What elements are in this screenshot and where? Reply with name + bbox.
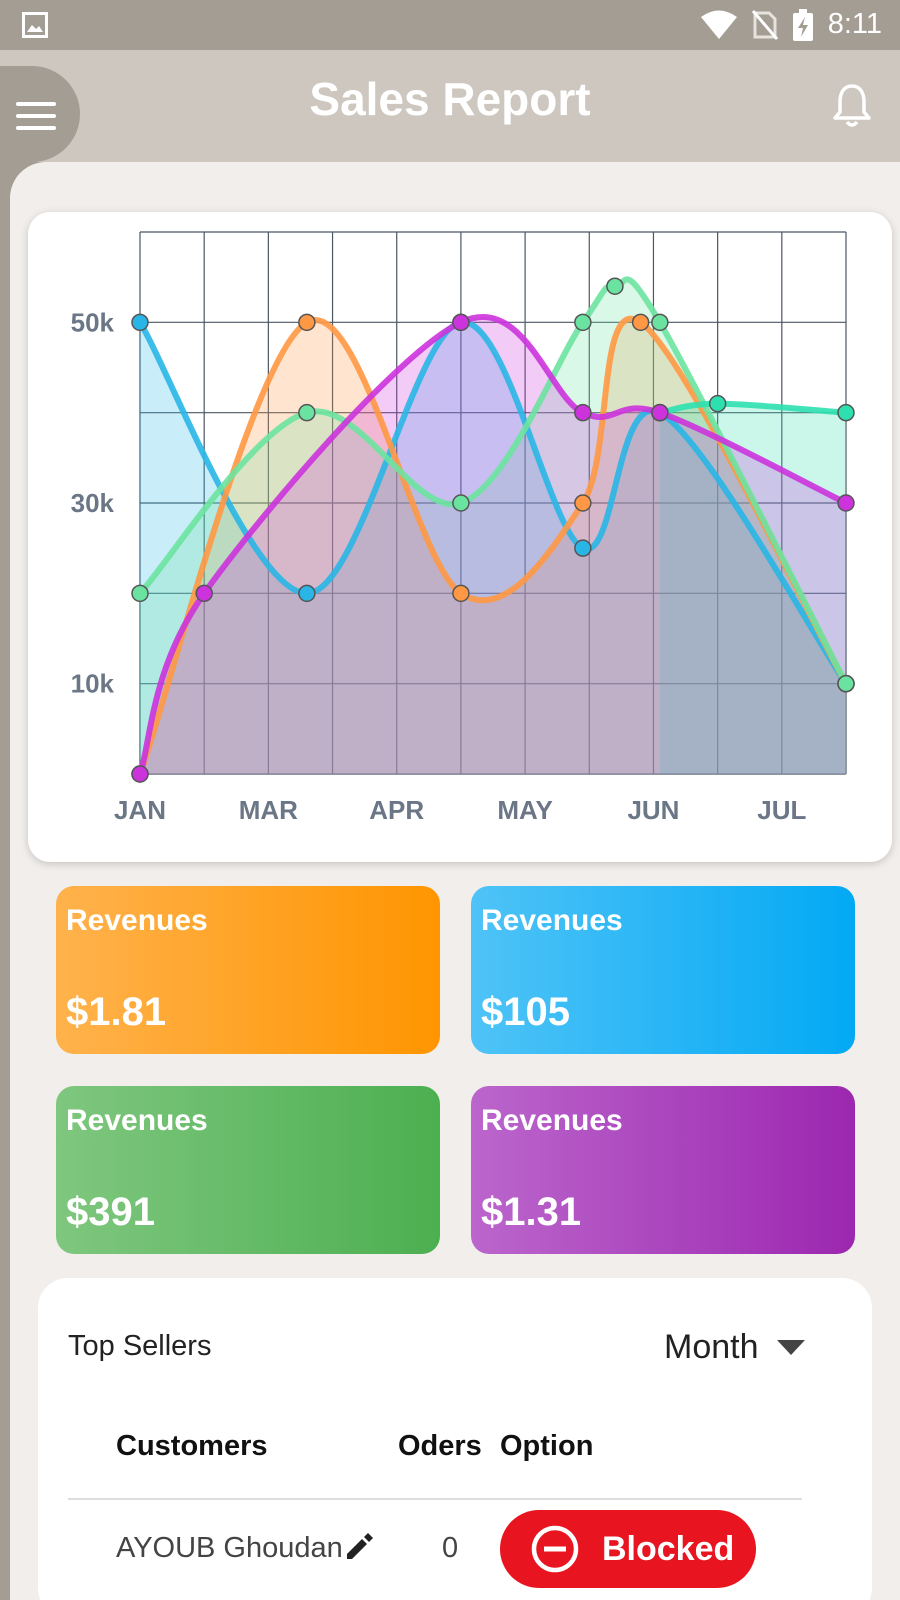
revenue-card-green[interactable]: Revenues $391 — [56, 1086, 440, 1254]
seller-orders: 0 — [442, 1532, 459, 1564]
x-tick-label: MAR — [239, 795, 298, 825]
wifi-icon — [700, 10, 737, 39]
period-dropdown[interactable]: Month — [664, 1328, 805, 1367]
period-dropdown-value: Month — [664, 1328, 759, 1366]
x-tick-label: JUN — [627, 795, 679, 825]
revenue-card-purple[interactable]: Revenues $1.31 — [471, 1086, 855, 1254]
series-point — [298, 403, 316, 422]
series-point — [298, 584, 316, 603]
series-point — [574, 539, 592, 557]
x-tick-label: MAY — [497, 795, 552, 825]
series-point — [606, 277, 624, 295]
series-point — [574, 403, 592, 422]
series-area-4 — [140, 316, 846, 774]
series-point — [837, 403, 855, 422]
revenue-card-value: $391 — [66, 1190, 155, 1234]
x-tick-label: APR — [369, 795, 424, 825]
revenue-card-label: Revenues — [66, 904, 208, 937]
sales-chart-card: 50k 30k 10k JAN MAR APR MAY JUN JUL — [28, 212, 892, 862]
y-tick-label: 30k — [71, 488, 115, 518]
blocked-button-label: Blocked — [602, 1530, 735, 1568]
series-point — [452, 494, 470, 512]
series-point — [837, 674, 855, 693]
revenue-card-label: Revenues — [66, 1104, 208, 1137]
series-point — [131, 765, 149, 783]
column-header-option: Option — [500, 1430, 594, 1462]
no-sim-icon — [751, 9, 778, 40]
revenue-card-value: $1.81 — [66, 990, 167, 1034]
block-circle-icon — [531, 1525, 579, 1573]
series-point — [298, 313, 316, 332]
battery-charging-icon — [792, 8, 813, 41]
table-divider — [68, 1498, 802, 1500]
series-point — [131, 584, 149, 603]
series-point — [651, 313, 669, 332]
series-point — [452, 584, 470, 603]
series-point — [631, 313, 650, 332]
seller-name: AYOUB Ghoudan — [116, 1532, 343, 1564]
revenue-card-label: Revenues — [481, 1104, 623, 1137]
series-point — [708, 394, 727, 413]
column-header-customers: Customers — [116, 1430, 268, 1462]
revenue-card-label: Revenues — [481, 904, 623, 937]
revenue-card-blue[interactable]: Revenues $105 — [471, 886, 855, 1054]
status-bar: 8:11 — [0, 0, 900, 50]
top-sellers-card: Top Sellers Month Customers Oders Option… — [38, 1278, 872, 1600]
sales-line-chart: 50k 30k 10k JAN MAR APR MAY JUN JUL — [71, 231, 855, 825]
status-time: 8:11 — [827, 8, 882, 40]
page-title: Sales Report — [309, 73, 591, 125]
edit-pencil-icon[interactable] — [344, 1532, 374, 1562]
series-point — [837, 494, 855, 512]
notification-bell-icon[interactable] — [832, 82, 872, 128]
main-content: 50k 30k 10k JAN MAR APR MAY JUN JUL Revenues $1.… — [10, 162, 900, 1600]
column-header-orders: Oders — [398, 1430, 482, 1462]
x-tick-label: JUL — [757, 795, 806, 825]
series-point — [651, 403, 669, 422]
series-point — [452, 313, 470, 332]
revenue-card-orange[interactable]: Revenues $1.81 — [56, 886, 440, 1054]
y-tick-label: 10k — [71, 669, 115, 699]
series-point — [574, 313, 592, 332]
dropdown-arrow-icon — [776, 1339, 805, 1355]
series-point — [195, 584, 213, 603]
image-notification-icon — [22, 12, 48, 38]
revenue-card-value: $105 — [481, 990, 570, 1034]
top-sellers-title: Top Sellers — [68, 1330, 212, 1362]
series-point — [574, 494, 592, 512]
revenue-card-value: $1.31 — [481, 1190, 582, 1234]
y-tick-label: 50k — [71, 307, 115, 337]
x-tick-label: JAN — [114, 795, 166, 825]
series-point — [131, 313, 149, 332]
blocked-button[interactable]: Blocked — [500, 1510, 756, 1588]
